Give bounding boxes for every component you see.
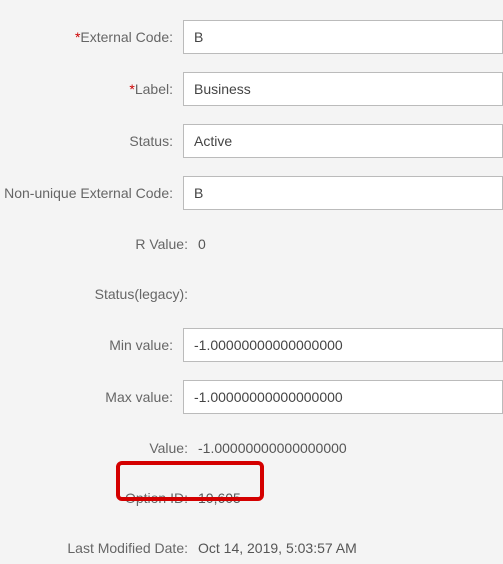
- label-min-value: Min value:: [0, 336, 183, 354]
- row-value: Value: -1.00000000000000000: [0, 432, 503, 464]
- value-option-id: 10,605: [198, 490, 241, 506]
- row-r-value: R Value: 0: [0, 228, 503, 260]
- label-label: *Label:: [0, 80, 183, 98]
- input-max-value[interactable]: [183, 380, 503, 414]
- row-external-code: *External Code:: [0, 20, 503, 54]
- row-last-modified: Last Modified Date: Oct 14, 2019, 5:03:5…: [0, 532, 503, 564]
- label-nonunique: Non-unique External Code:: [0, 184, 183, 202]
- label-status-legacy: Status(legacy):: [0, 285, 198, 303]
- label-r-value: R Value:: [0, 235, 198, 253]
- label-option-id: Option ID:: [0, 489, 198, 507]
- row-label: *Label:: [0, 72, 503, 106]
- input-status[interactable]: [183, 124, 503, 158]
- row-max-value: Max value:: [0, 380, 503, 414]
- row-status: Status:: [0, 124, 503, 158]
- label-max-value: Max value:: [0, 388, 183, 406]
- label-last-modified: Last Modified Date:: [0, 539, 198, 557]
- input-min-value[interactable]: [183, 328, 503, 362]
- label-external-code: *External Code:: [0, 28, 183, 46]
- row-status-legacy: Status(legacy):: [0, 278, 503, 310]
- label-value: Value:: [0, 439, 198, 457]
- value-r-value: 0: [198, 236, 206, 252]
- row-option-id: Option ID: 10,605: [0, 482, 503, 514]
- row-nonunique: Non-unique External Code:: [0, 176, 503, 210]
- form-container: *External Code: *Label: Status: Non-uniq…: [0, 20, 503, 564]
- value-value: -1.00000000000000000: [198, 440, 347, 456]
- input-external-code[interactable]: [183, 20, 503, 54]
- value-last-modified: Oct 14, 2019, 5:03:57 AM: [198, 540, 357, 556]
- input-label[interactable]: [183, 72, 503, 106]
- label-status: Status:: [0, 132, 183, 150]
- input-nonunique[interactable]: [183, 176, 503, 210]
- row-min-value: Min value:: [0, 328, 503, 362]
